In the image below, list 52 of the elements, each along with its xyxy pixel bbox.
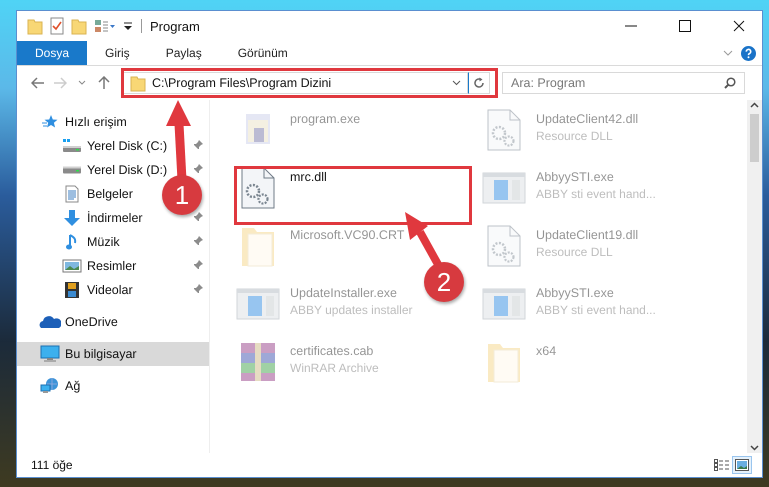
maximize-icon	[679, 20, 691, 32]
sidebar-item[interactable]: İndirmeler	[17, 206, 147, 230]
help-icon[interactable]	[741, 46, 756, 60]
scrollbar[interactable]	[747, 100, 762, 453]
cloud-icon	[39, 315, 61, 329]
sidebar-item[interactable]: Müzik	[17, 230, 124, 254]
minimize-icon	[625, 25, 637, 27]
folder-icon	[130, 74, 146, 92]
sidebar-item[interactable]: Belgeler	[17, 182, 137, 206]
item-count: 111 öğe	[31, 458, 74, 472]
customize-caret-icon[interactable]	[123, 21, 133, 31]
refresh-button[interactable]	[468, 72, 490, 94]
ribbon-tab[interactable]: Paylaş	[148, 41, 220, 65]
dropdown-caret-icon[interactable]	[452, 80, 461, 86]
search-field[interactable]: Ara: Program	[502, 72, 745, 94]
ribbon-tab[interactable]: Giriş	[87, 41, 148, 65]
file-type: Resource DLL	[536, 129, 614, 143]
address-field[interactable]: C:\Program Files\Program Dizini	[123, 72, 468, 94]
sidebar-item[interactable]: Resimler	[17, 254, 140, 278]
properties-check-icon[interactable]	[50, 17, 64, 35]
file-type: ABBY updates installer	[290, 303, 413, 317]
scroll-down-icon[interactable]	[750, 445, 759, 451]
ribbon-tab[interactable]: Dosya	[17, 41, 88, 65]
new-folder-icon[interactable]	[71, 17, 87, 35]
system-drive-icon	[61, 138, 83, 154]
close-icon	[733, 20, 745, 32]
large-icons-view-button[interactable]	[732, 456, 752, 474]
file-type: Resource DLL	[536, 245, 614, 259]
sidebar-item[interactable]: OneDrive	[17, 310, 122, 334]
layout-caret-icon[interactable]	[94, 19, 116, 33]
drive-icon	[61, 166, 83, 174]
refresh-icon	[473, 77, 485, 89]
details-view-button[interactable]	[712, 456, 732, 474]
chevron-down-icon[interactable]	[723, 50, 733, 56]
computer-icon	[39, 345, 61, 363]
file-type: WinRAR Archive	[290, 361, 379, 375]
file-name[interactable]: mrc.dll	[290, 170, 327, 184]
file-type: ABBY sti event hand...	[536, 303, 656, 317]
sidebar-item[interactable]: Yerel Disk (C:)	[17, 134, 172, 158]
sidebar-item[interactable]: Hızlı erişim	[17, 110, 131, 134]
pictures-icon	[61, 258, 83, 274]
sidebar-item-selected[interactable]: Bu bilgisayar	[17, 342, 209, 366]
scroll-up-icon[interactable]	[750, 102, 759, 108]
ribbon-tab[interactable]: Görünüm	[220, 41, 306, 65]
search-icon	[724, 77, 736, 89]
sidebar-item[interactable]: Videolar	[17, 278, 137, 302]
sidebar-item[interactable]: Ağ	[17, 374, 84, 398]
network-icon	[39, 377, 61, 395]
folder-icon[interactable]	[27, 17, 43, 35]
scrollbar-thumb[interactable]	[750, 114, 759, 162]
window-title: Program	[150, 18, 201, 34]
file-type: ABBY sti event hand...	[536, 187, 656, 201]
